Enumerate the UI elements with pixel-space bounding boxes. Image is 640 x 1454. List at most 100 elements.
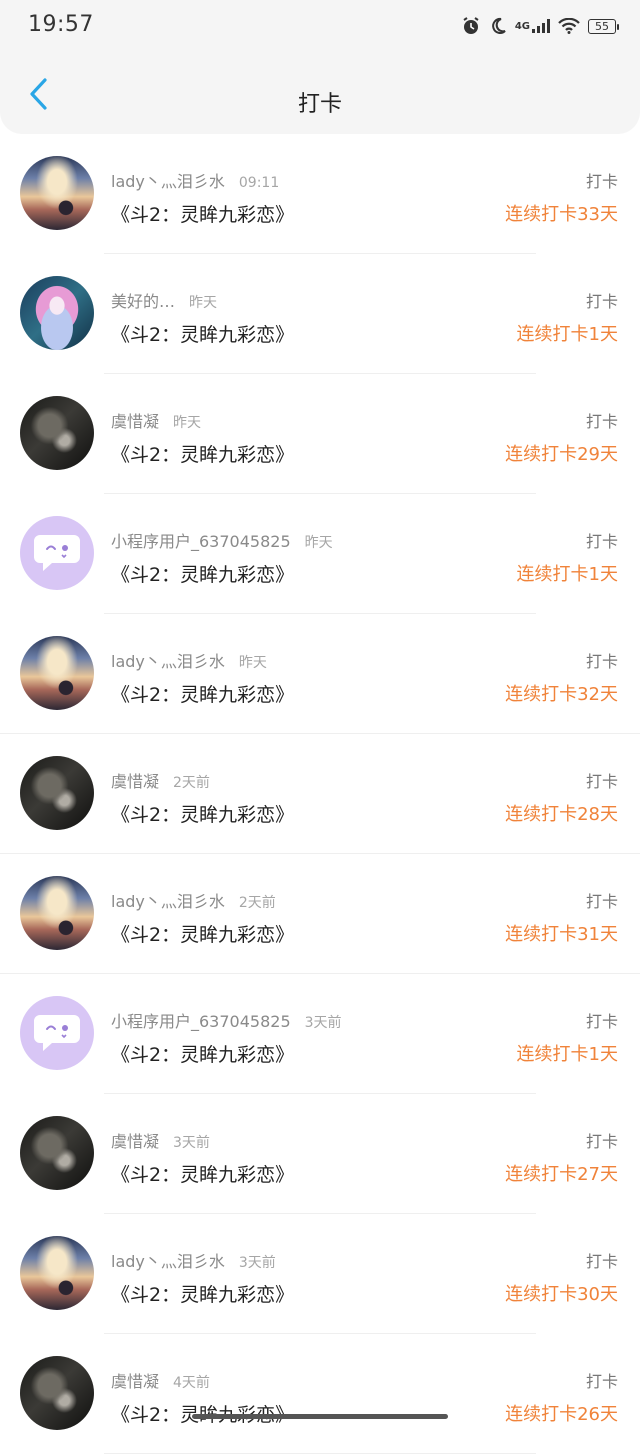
- streak-count: 连续打卡32天: [505, 684, 618, 705]
- user-line: lady丶灬泪彡水 09:11: [111, 168, 279, 192]
- book-title[interactable]: 《斗2：灵眸九彩恋》: [111, 920, 294, 947]
- chat-bubble-icon: [34, 1015, 80, 1051]
- user-line: lady丶灬泪彡水 昨天: [111, 648, 267, 672]
- streak-count: 连续打卡1天: [516, 324, 618, 345]
- avatar[interactable]: [20, 1236, 94, 1310]
- list-item[interactable]: lady丶灬泪彡水 昨天《斗2：灵眸九彩恋》 打卡连续打卡32天: [0, 614, 640, 734]
- user-line: 虞惜凝 3天前: [111, 1128, 210, 1152]
- checkin-label: 打卡: [585, 532, 618, 551]
- list-item[interactable]: 虞惜凝4天前《斗2：灵眸九彩恋》打卡连续打卡26天: [0, 1334, 640, 1454]
- timestamp: 3天前: [304, 1015, 342, 1031]
- list-item[interactable]: 小程序用户_637045825 3天前 《斗2：灵眸九彩恋》 打卡连续打卡1天: [0, 974, 640, 1094]
- streak-count: 连续打卡27天: [505, 1164, 618, 1185]
- user-line: lady丶灬泪彡水 3天前: [111, 1248, 276, 1272]
- streak-count: 连续打卡1天: [516, 1044, 618, 1065]
- user-line: 虞惜凝 昨天: [111, 408, 201, 432]
- avatar[interactable]: [20, 996, 94, 1070]
- streak-count: 连续打卡28天: [505, 804, 618, 825]
- avatar[interactable]: [20, 1116, 94, 1190]
- battery-level: 55: [595, 19, 609, 33]
- moon-icon: [489, 17, 507, 35]
- avatar[interactable]: [20, 156, 94, 230]
- user-line: 美好的… 昨天: [111, 288, 217, 312]
- avatar[interactable]: [20, 876, 94, 950]
- timestamp: 2天前: [173, 775, 210, 791]
- timestamp: 3天前: [238, 1255, 276, 1271]
- checkin-label: 打卡: [585, 892, 618, 911]
- user-line: 虞惜凝 2天前: [111, 768, 210, 792]
- signal-icon: 4G: [515, 19, 550, 33]
- user-line: 小程序用户_637045825 3天前: [111, 1008, 342, 1032]
- timestamp: 昨天: [238, 655, 267, 671]
- book-title[interactable]: 《斗2：灵眸九彩恋》: [111, 1040, 294, 1067]
- wifi-icon: [558, 18, 580, 34]
- checkin-label: 打卡: [585, 652, 618, 671]
- checkin-list: lady丶灬泪彡水 09:11 《斗2：灵眸九彩恋》 打卡 连续打卡33天 美好的… 昨天《…: [0, 134, 640, 1454]
- user-name[interactable]: 虞惜凝: [111, 412, 159, 431]
- user-name[interactable]: 虞惜凝: [111, 772, 159, 791]
- user-name[interactable]: lady丶灬泪彡水: [111, 892, 225, 911]
- home-indicator[interactable]: [192, 1414, 448, 1419]
- list-item[interactable]: 虞惜凝 昨天《斗2：灵眸九彩恋》 打卡连续打卡29天: [0, 374, 640, 494]
- list-item[interactable]: 小程序用户_637045825 昨天 《斗2：灵眸九彩恋》 打卡连续打卡1天: [0, 494, 640, 614]
- avatar[interactable]: [20, 516, 94, 590]
- book-title[interactable]: 《斗2：灵眸九彩恋》: [111, 680, 294, 707]
- checkin-label: 打卡: [585, 1012, 618, 1031]
- nav-bar: 打卡: [0, 52, 640, 134]
- user-name[interactable]: 小程序用户_637045825: [111, 1012, 291, 1031]
- list-item[interactable]: lady丶灬泪彡水 09:11 《斗2：灵眸九彩恋》 打卡连续打卡33天: [0, 134, 640, 254]
- user-name[interactable]: 小程序用户_637045825: [111, 532, 291, 551]
- user-line: lady丶灬泪彡水 2天前: [111, 888, 276, 912]
- timestamp: 昨天: [304, 535, 333, 551]
- user-name[interactable]: lady丶灬泪彡水: [111, 172, 225, 191]
- user-line: 小程序用户_637045825 昨天: [111, 528, 333, 552]
- checkin-label: 打卡: [585, 172, 618, 191]
- avatar[interactable]: [20, 756, 94, 830]
- book-title[interactable]: 《斗2：灵眸九彩恋》: [111, 440, 294, 467]
- avatar[interactable]: [20, 1356, 94, 1430]
- streak-count: 连续打卡26天: [505, 1404, 618, 1425]
- book-title[interactable]: 《斗2：灵眸九彩恋》: [111, 560, 294, 587]
- streak-count: 连续打卡1天: [516, 564, 618, 585]
- timestamp: 09:11: [238, 175, 280, 191]
- book-title[interactable]: 《斗2：灵眸九彩恋》: [111, 200, 294, 227]
- book-title[interactable]: 《斗2：灵眸九彩恋》: [111, 320, 294, 347]
- timestamp: 3天前: [173, 1135, 210, 1151]
- avatar[interactable]: [20, 276, 94, 350]
- list-item[interactable]: 美好的… 昨天《斗2：灵眸九彩恋》 打卡连续打卡1天: [0, 254, 640, 374]
- streak-count: 连续打卡33天: [505, 204, 618, 225]
- avatar[interactable]: [20, 636, 94, 710]
- streak-count: 连续打卡29天: [505, 444, 618, 465]
- list-item[interactable]: 虞惜凝 3天前 《斗2：灵眸九彩恋》 打卡 连续打卡27天: [0, 1094, 640, 1214]
- user-name[interactable]: 虞惜凝: [111, 1372, 159, 1391]
- checkin-label: 打卡: [585, 1252, 618, 1271]
- alarm-icon: [461, 16, 481, 36]
- avatar[interactable]: [20, 396, 94, 470]
- book-title[interactable]: 《斗2：灵眸九彩恋》: [111, 800, 294, 827]
- streak-count: 连续打卡31天: [505, 924, 618, 945]
- timestamp: 昨天: [173, 415, 202, 431]
- checkin-label: 打卡: [585, 1372, 618, 1391]
- list-item[interactable]: 虞惜凝 2天前《斗2：灵眸九彩恋》 打卡连续打卡28天: [0, 734, 640, 854]
- checkin-label: 打卡: [585, 292, 618, 311]
- list-item[interactable]: lady丶灬泪彡水 2天前《斗2：灵眸九彩恋》 打卡连续打卡31天: [0, 854, 640, 974]
- book-title[interactable]: 《斗2：灵眸九彩恋》: [111, 1160, 294, 1187]
- user-name[interactable]: 美好的…: [111, 292, 175, 311]
- user-line: 虞惜凝 4天前: [111, 1368, 210, 1392]
- status-bar: 19:57 4G 55: [0, 0, 640, 52]
- timestamp: 2天前: [238, 895, 276, 911]
- checkin-label: 打卡: [585, 772, 618, 791]
- chat-bubble-icon: [34, 535, 80, 571]
- battery-icon: 55: [588, 18, 619, 34]
- book-title[interactable]: 《斗2：灵眸九彩恋》: [111, 1280, 294, 1307]
- user-name[interactable]: 虞惜凝: [111, 1132, 159, 1151]
- list-item[interactable]: lady丶灬泪彡水 3天前《斗2：灵眸九彩恋》 打卡连续打卡30天: [0, 1214, 640, 1334]
- status-time: 19:57: [28, 12, 94, 37]
- user-name[interactable]: lady丶灬泪彡水: [111, 652, 225, 671]
- status-icons: 4G 55: [461, 14, 619, 38]
- checkin-label: 打卡: [585, 412, 618, 431]
- user-name[interactable]: lady丶灬泪彡水: [111, 1252, 225, 1271]
- timestamp: 昨天: [189, 295, 218, 311]
- network-type: 4G: [514, 20, 530, 32]
- streak-count: 连续打卡30天: [505, 1284, 618, 1305]
